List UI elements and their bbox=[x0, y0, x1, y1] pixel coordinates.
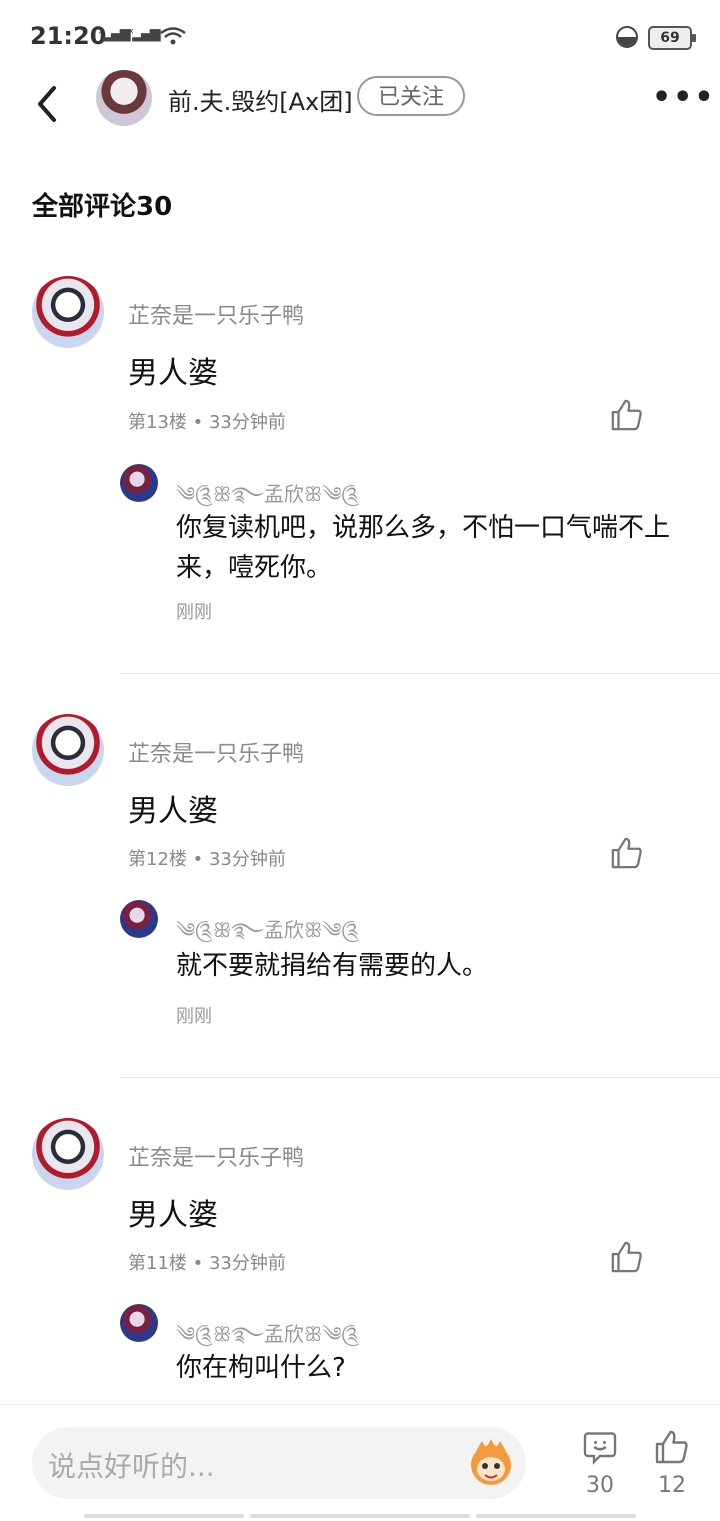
author-name[interactable]: 前.夫.毁约[Ax团] bbox=[168, 82, 353, 117]
reply-time: 刚刚 bbox=[176, 1006, 212, 1027]
author-avatar[interactable] bbox=[96, 70, 152, 126]
divider bbox=[120, 1077, 720, 1078]
scrollbar-segment bbox=[250, 1514, 470, 1518]
more-icon[interactable]: ••• bbox=[652, 80, 716, 115]
signal-icon: ˣ▂▄▆ bbox=[98, 26, 130, 42]
commenter-avatar[interactable] bbox=[32, 1118, 104, 1190]
comments-header: 全部评论30 bbox=[32, 192, 173, 222]
top-bar: 前.夫.毁约[Ax团] 已关注 ••• bbox=[0, 70, 720, 150]
comment-meta: 第13楼 • 33分钟前 bbox=[128, 412, 286, 433]
commenter-name[interactable]: 芷奈是一只乐子鸭 bbox=[128, 1140, 304, 1172]
battery-icon: 69 bbox=[648, 26, 696, 50]
thumbs-up-icon[interactable] bbox=[610, 1240, 646, 1276]
divider bbox=[120, 673, 720, 674]
wifi-icon bbox=[160, 26, 186, 50]
comment-text[interactable]: 男人婆 bbox=[128, 1190, 218, 1234]
reply-text[interactable]: 你复读机吧，说那么多，不怕一口气喘不上来，噎死你。 bbox=[176, 508, 696, 588]
thumbs-up-icon[interactable] bbox=[610, 836, 646, 872]
reply-text[interactable]: 你在枸叫什么? bbox=[176, 1348, 696, 1388]
comment-text[interactable]: 男人婆 bbox=[128, 786, 218, 830]
bottom-bar: 说点好听的... 30 12 bbox=[0, 1404, 720, 1521]
comment-input-placeholder: 说点好听的... bbox=[48, 1450, 215, 1483]
do-not-disturb-icon bbox=[616, 26, 638, 48]
monkey-emoji-icon[interactable] bbox=[464, 1437, 518, 1489]
reply-avatar[interactable] bbox=[120, 1304, 158, 1342]
commenter-name[interactable]: 芷奈是一只乐子鸭 bbox=[128, 736, 304, 768]
commenter-avatar[interactable] bbox=[32, 714, 104, 786]
comment-meta: 第12楼 • 33分钟前 bbox=[128, 849, 286, 870]
commenter-name[interactable]: 芷奈是一只乐子鸭 bbox=[128, 298, 304, 330]
scrollbar-segment bbox=[84, 1514, 244, 1518]
reply-avatar[interactable] bbox=[120, 464, 158, 502]
comment-meta: 第11楼 • 33分钟前 bbox=[128, 1253, 286, 1274]
comment-count[interactable]: 30 bbox=[570, 1473, 630, 1498]
reply-avatar[interactable] bbox=[120, 900, 158, 938]
thumbs-up-icon[interactable] bbox=[654, 1429, 690, 1469]
scrollbar-segment bbox=[476, 1514, 636, 1518]
thumbs-up-icon[interactable] bbox=[610, 398, 646, 434]
status-bar: 21:20 ˣ▂▄▆ ˣ▂▄▆ 69 bbox=[0, 0, 720, 70]
comment-smile-icon[interactable] bbox=[582, 1429, 618, 1469]
status-time: 21:20 bbox=[30, 22, 107, 50]
like-count[interactable]: 12 bbox=[642, 1473, 702, 1498]
chevron-left-icon[interactable] bbox=[32, 84, 72, 124]
comment-input[interactable]: 说点好听的... bbox=[32, 1427, 526, 1499]
follow-button[interactable]: 已关注 bbox=[357, 76, 465, 116]
signal-icon-2: ˣ▂▄▆ bbox=[128, 26, 160, 42]
reply-time: 刚刚 bbox=[176, 602, 212, 623]
reply-text[interactable]: 就不要就捐给有需要的人。 bbox=[176, 946, 696, 986]
comment-text[interactable]: 男人婆 bbox=[128, 348, 218, 392]
commenter-avatar[interactable] bbox=[32, 276, 104, 348]
